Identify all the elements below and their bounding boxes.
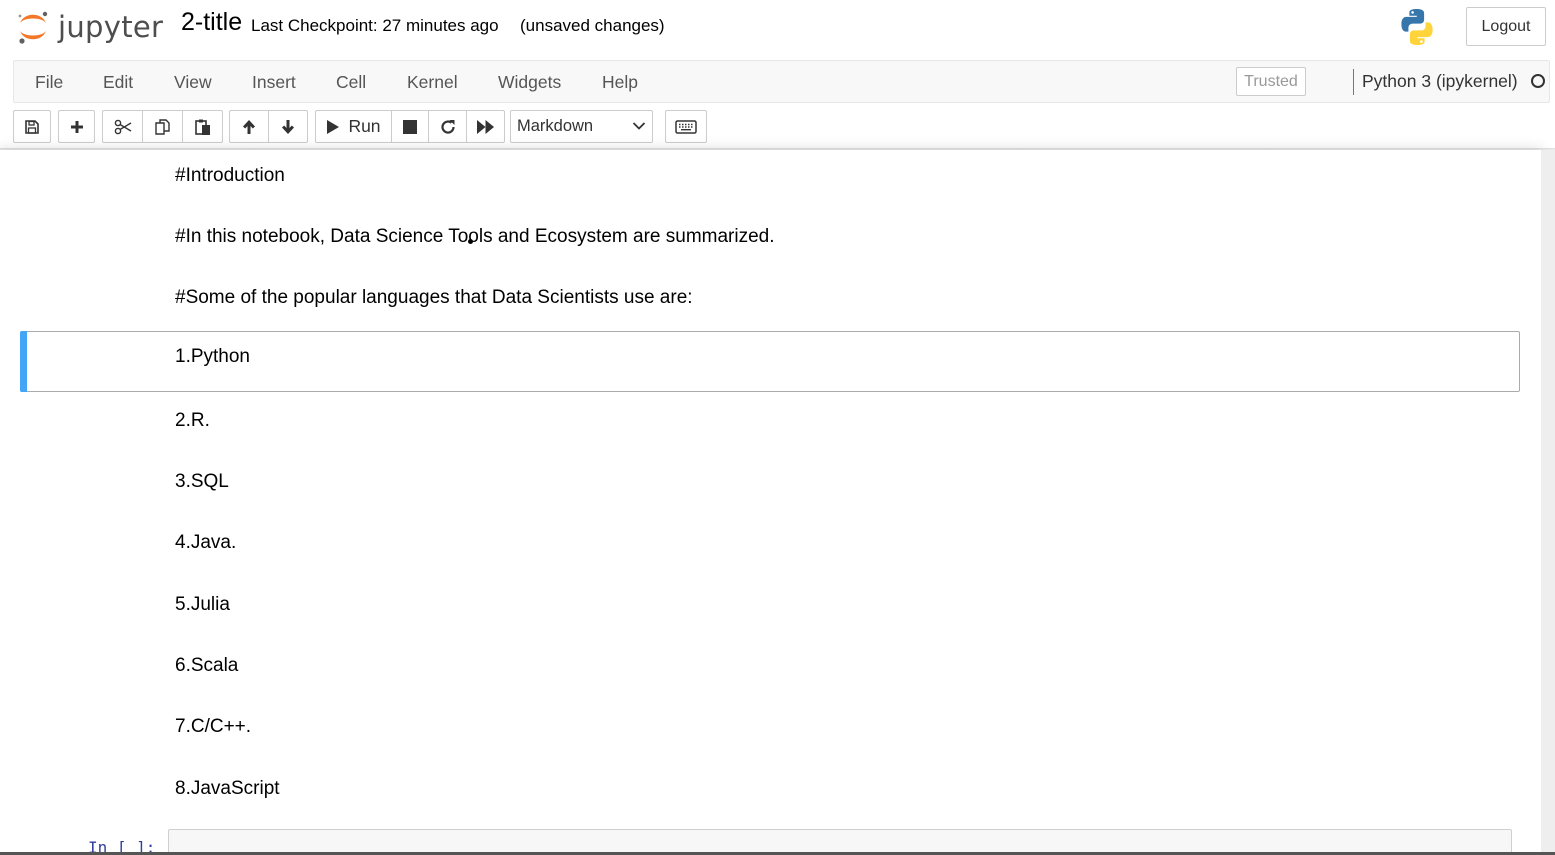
menu-edit[interactable]: Edit: [103, 72, 133, 93]
menubar: File Edit View Insert Cell Kernel Widget…: [13, 60, 1550, 103]
markdown-cell[interactable]: 4.Java.: [20, 517, 1520, 578]
kernel-separator: [1353, 69, 1354, 95]
copy-button[interactable]: [142, 110, 183, 143]
markdown-cell-text: 5.Julia: [175, 594, 230, 615]
menu-widgets[interactable]: Widgets: [498, 72, 561, 93]
jupyter-logo-icon: [18, 11, 48, 44]
menu-view[interactable]: View: [174, 72, 212, 93]
copy-icon: [154, 118, 170, 135]
keyboard-icon: [675, 119, 697, 134]
scissors-icon: [114, 119, 131, 134]
kernel-idle-icon: [1531, 74, 1545, 88]
markdown-cell-selected[interactable]: 1.Python: [20, 331, 1520, 392]
move-up-button[interactable]: [229, 110, 269, 143]
toolbar: Run Markdown: [0, 107, 1555, 147]
menu-insert[interactable]: Insert: [252, 72, 296, 93]
arrow-down-icon: [282, 119, 294, 134]
logout-button[interactable]: Logout: [1466, 7, 1546, 46]
jupyter-logo[interactable]: jupyter: [16, 6, 163, 48]
fast-forward-icon: [476, 119, 494, 134]
paste-icon: [194, 119, 210, 135]
kernel-name[interactable]: Python 3 (ipykernel): [1362, 71, 1518, 92]
markdown-cell[interactable]: 5.Julia: [20, 579, 1520, 640]
markdown-cell[interactable]: 3.SQL: [20, 456, 1520, 517]
markdown-cell[interactable]: 7.C/C++.: [20, 701, 1520, 762]
insert-cell-button[interactable]: [58, 110, 95, 143]
header: jupyter 2-title Last Checkpoint: 27 minu…: [0, 0, 1555, 150]
play-icon: [327, 119, 340, 134]
markdown-cell-text: 3.SQL: [175, 471, 229, 492]
markdown-cell-text: 8.JavaScript: [175, 778, 280, 799]
top-bar: jupyter 2-title Last Checkpoint: 27 minu…: [0, 0, 1555, 55]
cell-type-select[interactable]: Markdown: [510, 110, 653, 143]
markdown-cell-text: 2.R.: [175, 410, 210, 431]
menu-cell[interactable]: Cell: [336, 72, 366, 93]
restart-icon: [440, 119, 455, 134]
markdown-cell-text: 1.Python: [175, 346, 250, 367]
markdown-cell-text: 4.Java.: [175, 532, 237, 553]
cell-type-value: Markdown: [517, 117, 594, 135]
python-logo-icon: [1401, 9, 1433, 45]
checkpoint-status: Last Checkpoint: 27 minutes ago: [251, 16, 499, 35]
arrow-up-icon: [243, 119, 255, 134]
notebook-name[interactable]: 2-title: [181, 8, 242, 37]
run-label: Run: [348, 116, 381, 136]
move-down-button[interactable]: [268, 110, 308, 143]
restart-button[interactable]: [428, 110, 467, 143]
restart-run-all-button[interactable]: [466, 110, 505, 143]
notebook-container[interactable]: #Introduction #In this notebook, Data Sc…: [0, 150, 1541, 855]
menu-help[interactable]: Help: [602, 72, 638, 93]
interrupt-button[interactable]: [391, 110, 429, 143]
markdown-cell[interactable]: #Some of the popular languages that Data…: [20, 272, 1520, 333]
markdown-cell-text: 7.C/C++.: [175, 716, 252, 737]
save-icon: [25, 119, 39, 134]
save-button[interactable]: [13, 110, 51, 143]
markdown-cell[interactable]: #Introduction: [20, 150, 1520, 211]
markdown-cell[interactable]: #In this notebook, Data Science Tools an…: [20, 211, 1520, 272]
chevron-down-icon: [632, 122, 646, 130]
mouse-cursor: [468, 239, 473, 244]
paste-button[interactable]: [182, 110, 223, 143]
markdown-cell-text: #Some of the popular languages that Data…: [175, 287, 693, 308]
markdown-cell[interactable]: 6.Scala: [20, 640, 1520, 701]
stop-icon: [403, 119, 417, 134]
scrollbar[interactable]: [1541, 150, 1555, 855]
menu-file[interactable]: File: [35, 72, 63, 93]
menu-kernel[interactable]: Kernel: [407, 72, 458, 93]
jupyter-logo-text: jupyter: [58, 10, 164, 44]
plus-icon: [70, 120, 83, 133]
markdown-cell-text: #Introduction: [175, 165, 285, 186]
cut-button[interactable]: [102, 110, 143, 143]
selection-indicator: [20, 331, 27, 392]
command-palette-button[interactable]: [665, 110, 707, 143]
markdown-cell-text: 6.Scala: [175, 655, 239, 676]
markdown-cell-text: #In this notebook, Data Science Tools an…: [175, 226, 775, 247]
markdown-cell[interactable]: 8.JavaScript: [20, 763, 1520, 824]
trusted-indicator[interactable]: Trusted: [1236, 67, 1306, 96]
markdown-cell[interactable]: 2.R.: [20, 395, 1520, 456]
autosave-status: (unsaved changes): [520, 16, 665, 35]
run-button[interactable]: Run: [315, 110, 392, 143]
